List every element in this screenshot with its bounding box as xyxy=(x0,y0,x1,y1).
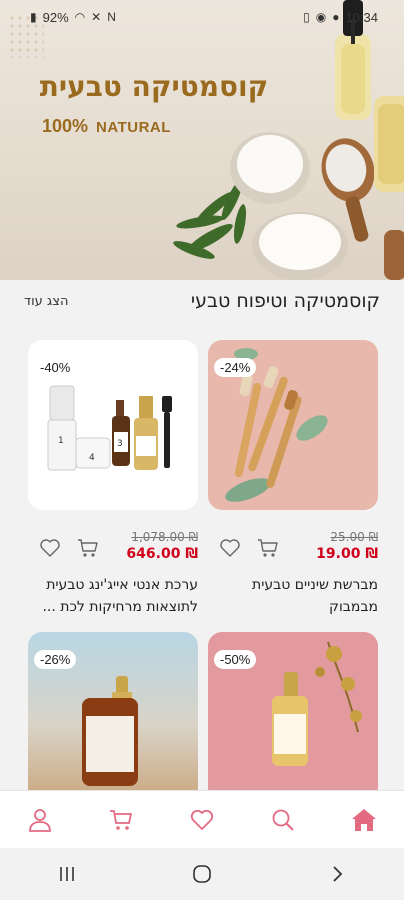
discount-badge: -24% xyxy=(214,358,257,377)
heart-icon xyxy=(190,809,214,830)
discount-badge: -40% xyxy=(34,358,77,377)
cart-icon xyxy=(110,809,133,830)
search-icon xyxy=(272,809,294,831)
notification-icon: ● xyxy=(332,10,340,24)
heart-icon[interactable] xyxy=(218,536,242,560)
product-name-line: לתוצאות מרחיקות לכת ... xyxy=(42,599,198,615)
product-image[interactable]: -24% xyxy=(208,340,378,510)
status-right: ▯ ◉ ● 10:34 xyxy=(303,10,378,25)
product-card-serum-sky[interactable]: -26% xyxy=(28,632,198,802)
heart-icon[interactable] xyxy=(38,536,62,560)
banner-natural: NATURAL xyxy=(96,119,171,136)
price-row: ₪ 1,078.00 ₪ 646.00 xyxy=(28,530,198,570)
product-image[interactable]: -50% xyxy=(208,632,378,802)
discount-badge: -50% xyxy=(214,650,257,669)
product-name[interactable]: ערכת אנטי אייג'ינג טבעית לתוצאות מרחיקות… xyxy=(28,574,198,618)
discount-badge: -26% xyxy=(34,650,77,669)
nav-cart[interactable] xyxy=(101,800,141,840)
hero-banner[interactable]: קוסמטיקה טבעית 100% NATURAL xyxy=(0,0,404,280)
svg-text:3: 3 xyxy=(117,439,123,449)
new-price: ₪ 19.00 xyxy=(316,546,378,562)
nav-search[interactable] xyxy=(263,800,303,840)
recents-icon xyxy=(60,867,75,881)
new-price: ₪ 646.00 xyxy=(126,546,198,562)
section-header: קוסמטיקה וטיפוח טבעי הצג עוד xyxy=(0,288,404,318)
battery-percent: 92% xyxy=(42,9,69,25)
card-actions xyxy=(38,536,100,560)
battery-icon: ▮ xyxy=(30,10,37,24)
banner-subtitle: 100% NATURAL xyxy=(42,116,171,137)
cosmetics-illustration xyxy=(173,0,404,280)
home-system-button[interactable] xyxy=(182,854,222,894)
product-card-toothbrush[interactable]: -24% ₪ 25.00 ₪ 19.00 מברשת שיניים טבעית … xyxy=(208,340,378,618)
nfc-icon: N xyxy=(107,10,116,24)
bottom-nav xyxy=(0,790,404,848)
clock: 10:34 xyxy=(345,9,378,25)
status-bar: ▮ 92% ◠ ✕ N ▯ ◉ ● 10:34 xyxy=(0,0,404,34)
user-icon xyxy=(29,808,52,832)
status-left: ▮ 92% ◠ ✕ N xyxy=(30,10,116,25)
home-circle-icon xyxy=(193,865,211,883)
banner-percent: 100% xyxy=(42,116,89,136)
price-row: ₪ 25.00 ₪ 19.00 xyxy=(208,530,378,570)
cart-icon[interactable] xyxy=(76,536,100,560)
back-icon xyxy=(333,866,342,882)
old-price: ₪ 1,078.00 xyxy=(131,530,198,544)
vibrate-icon: ▯ xyxy=(303,10,310,24)
svg-text:4: 4 xyxy=(89,453,95,463)
product-card-serum-pink[interactable]: -50% xyxy=(208,632,378,802)
nav-account[interactable] xyxy=(20,800,60,840)
recents-button[interactable] xyxy=(47,854,87,894)
home-icon xyxy=(351,808,376,831)
show-more-link[interactable]: הצג עוד xyxy=(24,294,68,309)
product-image[interactable]: -26% xyxy=(28,632,198,802)
product-name-line: ערכת אנטי אייג'ינג טבעית xyxy=(46,577,198,593)
svg-text:1: 1 xyxy=(58,436,64,446)
back-button[interactable] xyxy=(317,854,357,894)
cart-icon[interactable] xyxy=(256,536,280,560)
nav-home[interactable] xyxy=(344,800,384,840)
product-name-line: מברשת שיניים טבעית xyxy=(252,577,378,593)
product-image[interactable]: 1 4 3 -40% xyxy=(28,340,198,510)
card-actions xyxy=(218,536,280,560)
product-name[interactable]: מברשת שיניים טבעית מבמבוק xyxy=(208,574,378,618)
wifi-icon: ◠ xyxy=(74,10,86,24)
product-name-line: מבמבוק xyxy=(329,599,378,615)
system-nav-bar xyxy=(0,848,404,900)
nav-favorites[interactable] xyxy=(182,800,222,840)
mute-icon: ✕ xyxy=(91,10,102,24)
alert-icon: ◉ xyxy=(315,10,327,24)
section-title: קוסמטיקה וטיפוח טבעי xyxy=(190,290,380,312)
product-card-antiaging-kit[interactable]: 1 4 3 -40% ₪ 1,078.00 ₪ 646.00 ערכת אנטי… xyxy=(28,340,198,618)
old-price: ₪ 25.00 xyxy=(330,530,378,544)
